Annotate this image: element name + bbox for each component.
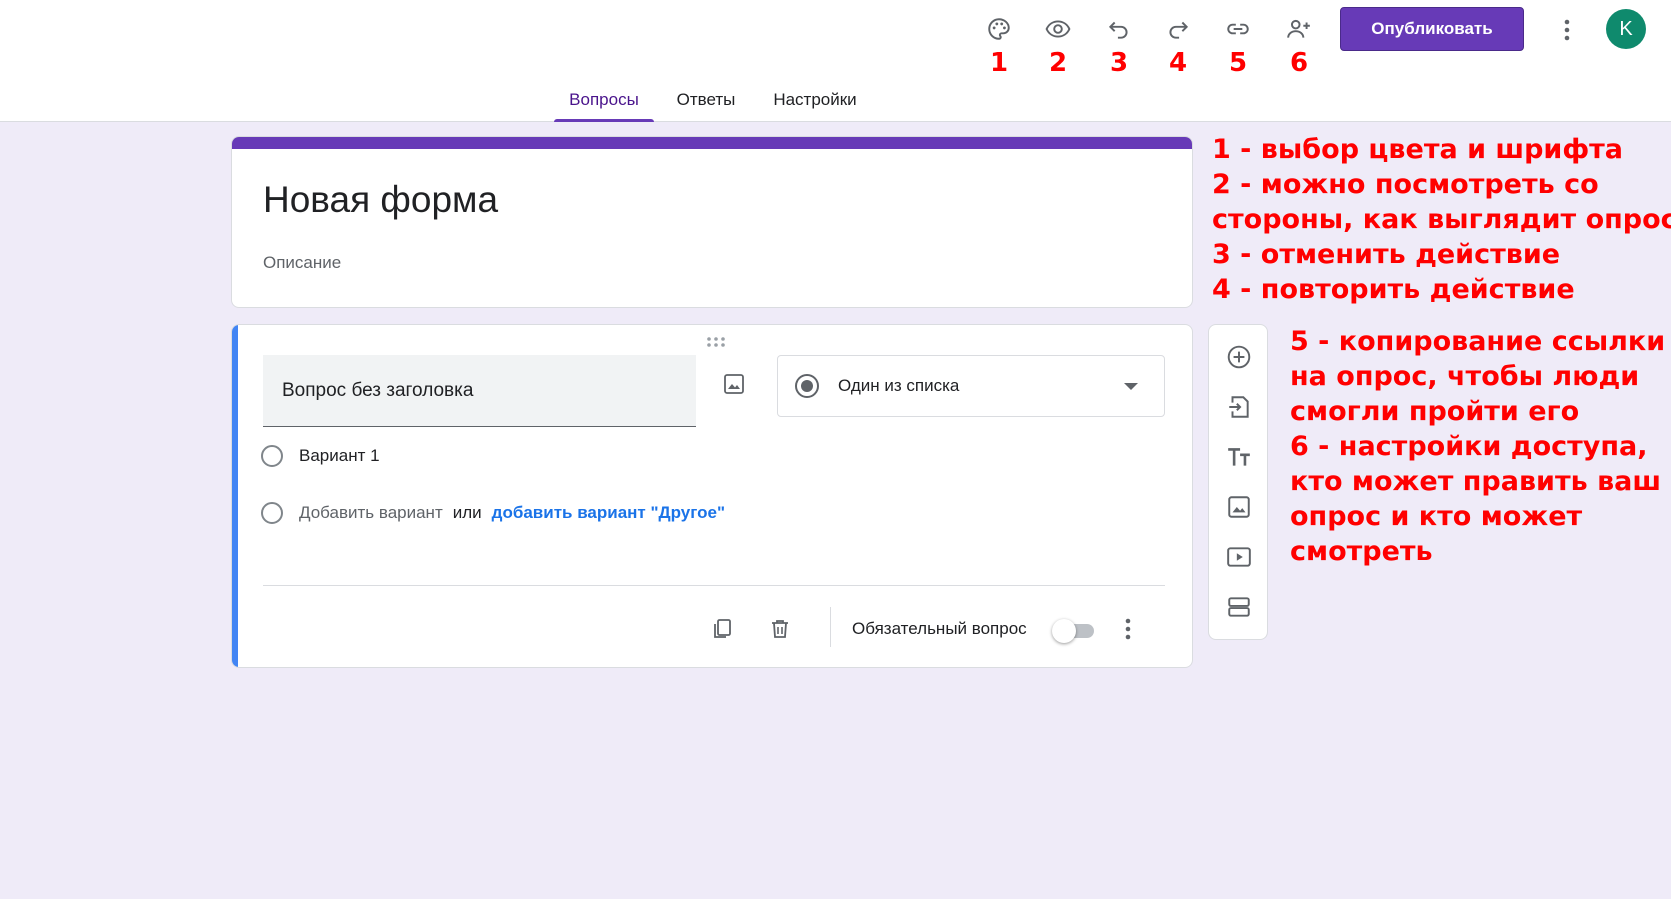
- annotation-line: 1 - выбор цвета и шрифта: [1212, 134, 1623, 165]
- add-person-icon[interactable]: [1282, 12, 1316, 46]
- floating-toolbar: [1208, 324, 1268, 640]
- eye-icon[interactable]: [1041, 12, 1075, 46]
- add-other-option-link[interactable]: добавить вариант "Другое": [492, 503, 725, 523]
- question-active-accent: [232, 325, 238, 667]
- avatar[interactable]: K: [1606, 9, 1646, 49]
- annotation-number-4: 4: [1168, 48, 1188, 78]
- redo-icon[interactable]: [1161, 12, 1195, 46]
- form-title[interactable]: Новая форма: [263, 179, 498, 221]
- link-icon[interactable]: [1221, 12, 1255, 46]
- radio-circle-icon: [261, 445, 283, 467]
- question-card: Вопрос без заголовка Один из списка Вари…: [231, 324, 1193, 668]
- annotation-number-5: 5: [1228, 48, 1248, 78]
- annotation-number-2: 2: [1048, 48, 1068, 78]
- publish-button[interactable]: Опубликовать: [1340, 7, 1524, 51]
- toggle-knob: [1052, 619, 1076, 643]
- tab-settings-label: Настройки: [773, 90, 857, 109]
- tab-responses[interactable]: Ответы: [666, 78, 746, 122]
- tab-responses-label: Ответы: [676, 90, 736, 109]
- radio-button-icon: [795, 374, 819, 398]
- annotation-line: 5 - копирование ссылки: [1290, 326, 1666, 357]
- annotation-line: кто может править ваш: [1290, 466, 1662, 497]
- add-video-icon[interactable]: [1223, 541, 1255, 573]
- delete-icon[interactable]: [764, 613, 796, 645]
- annotation-line: стороны, как выглядит опрос: [1212, 204, 1671, 235]
- duplicate-icon[interactable]: [706, 613, 738, 645]
- required-toggle[interactable]: [1052, 619, 1098, 643]
- annotation-text-bottom: 5 - копирование ссылки на опрос, чтобы л…: [1290, 324, 1665, 569]
- required-label: Обязательный вопрос: [852, 619, 1027, 638]
- annotation-line: 2 - можно посмотреть со: [1212, 169, 1599, 200]
- question-type-select[interactable]: Один из списка: [777, 355, 1165, 417]
- option-row[interactable]: Вариант 1: [261, 441, 380, 471]
- image-icon[interactable]: [719, 369, 749, 399]
- question-footer-divider: [263, 585, 1165, 586]
- form-title-card: Новая форма Описание: [231, 136, 1193, 308]
- add-image-icon[interactable]: [1223, 491, 1255, 523]
- add-title-icon[interactable]: [1223, 441, 1255, 473]
- annotation-line: смотреть: [1290, 536, 1433, 567]
- top-bar: 1 2 3 4 5 6 Опубликовать K Вопросы Ответ…: [0, 0, 1671, 122]
- footer-separator: [830, 607, 831, 647]
- question-title-placeholder: Вопрос без заголовка: [282, 379, 474, 401]
- add-section-icon[interactable]: [1223, 591, 1255, 623]
- annotation-line: 3 - отменить действие: [1212, 239, 1561, 270]
- annotation-line: 4 - повторить действие: [1212, 274, 1575, 305]
- radio-circle-icon: [261, 502, 283, 524]
- palette-icon[interactable]: [982, 12, 1016, 46]
- form-description-field[interactable]: Описание: [263, 253, 341, 273]
- drag-handle-icon[interactable]: [704, 335, 728, 349]
- annotation-line: 6 - настройки доступа,: [1290, 431, 1648, 462]
- annotation-line: смогли пройти его: [1290, 396, 1580, 427]
- undo-icon[interactable]: [1102, 12, 1136, 46]
- annotation-number-1: 1: [989, 48, 1009, 78]
- annotation-number-3: 3: [1109, 48, 1129, 78]
- annotation-line: на опрос, чтобы люди: [1290, 361, 1640, 392]
- title-accent-strip: [232, 137, 1192, 149]
- tab-questions[interactable]: Вопросы: [554, 78, 654, 122]
- import-questions-icon[interactable]: [1223, 391, 1255, 423]
- annotation-number-6: 6: [1289, 48, 1309, 78]
- option-label[interactable]: Вариант 1: [299, 446, 380, 466]
- question-title-input[interactable]: Вопрос без заголовка: [263, 355, 696, 427]
- annotation-line: опрос и кто может: [1290, 501, 1583, 532]
- dropdown-arrow-icon: [1124, 383, 1138, 390]
- question-type-label: Один из списка: [838, 376, 960, 395]
- tab-active-indicator: [554, 119, 654, 122]
- add-option-row: Добавить вариант или добавить вариант "Д…: [261, 498, 725, 528]
- tab-settings[interactable]: Настройки: [760, 78, 870, 122]
- add-question-icon[interactable]: [1223, 341, 1255, 373]
- annotation-text-top: 1 - выбор цвета и шрифта 2 - можно посмо…: [1212, 132, 1671, 307]
- tab-questions-label: Вопросы: [569, 90, 639, 109]
- question-more-icon[interactable]: [1112, 613, 1144, 645]
- more-vert-icon[interactable]: [1555, 14, 1579, 46]
- add-option-link[interactable]: Добавить вариант: [299, 503, 443, 523]
- or-text: или: [452, 503, 482, 522]
